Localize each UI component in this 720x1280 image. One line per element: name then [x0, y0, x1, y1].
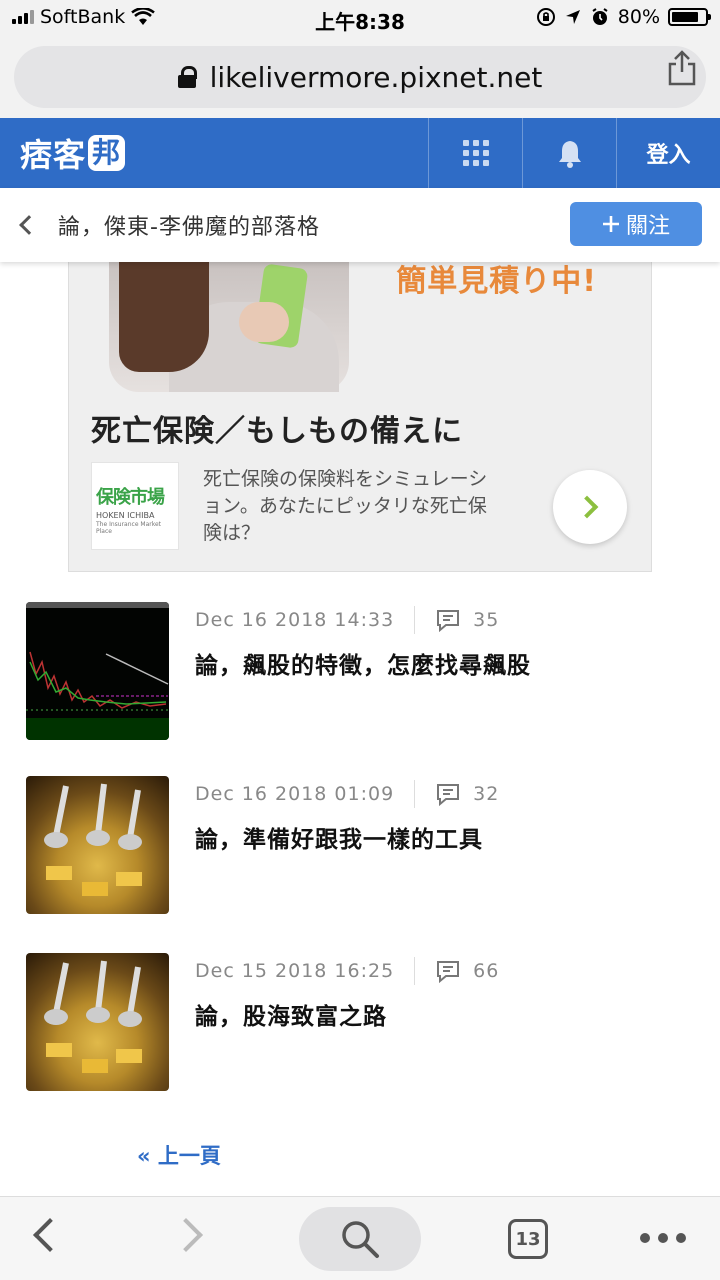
logo-bubble: 邦 [88, 135, 126, 171]
back-chevron-icon[interactable] [19, 215, 39, 235]
comment-count: 35 [473, 609, 500, 631]
ad-logo-sub: The Insurance Market Place [96, 521, 162, 535]
post-thumbnail[interactable] [26, 602, 169, 740]
orientation-lock-icon [536, 8, 555, 26]
post-item[interactable]: Dec 15 2018 16:25 66 論，股海致富之路 [26, 953, 706, 1095]
battery-fill [672, 12, 698, 22]
status-right: 80% [536, 6, 711, 28]
search-icon [342, 1221, 379, 1258]
location-icon [565, 10, 580, 24]
comment-icon [437, 610, 460, 632]
bell-icon [558, 141, 581, 168]
share-icon[interactable] [666, 50, 698, 86]
ad-banner[interactable]: 簡単見積り中! 死亡保険／もしもの備えに 保険市場 HOKEN ICHIBA T… [68, 262, 652, 572]
post-title[interactable]: 論，股海致富之路 [195, 997, 387, 1031]
post-date: Dec 16 2018 01:09 [195, 783, 395, 805]
post-date: Dec 15 2018 16:25 [195, 960, 395, 982]
comment-count: 32 [473, 783, 500, 805]
more-menu-icon[interactable] [640, 1233, 686, 1243]
logo-text: 痞客 [20, 136, 87, 174]
site-logo[interactable]: 痞客邦 [0, 118, 428, 188]
apps-grid-icon [462, 140, 489, 166]
back-icon[interactable] [33, 1218, 67, 1252]
post-thumbnail[interactable] [26, 776, 169, 914]
post-date: Dec 16 2018 14:33 [195, 609, 395, 631]
comment-icon [437, 961, 460, 983]
ad-logo: 保険市場 HOKEN ICHIBA The Insurance Market P… [91, 462, 179, 550]
browser-toolbar: 13 [0, 1196, 720, 1280]
status-bar: SoftBank 上午8:38 80% [0, 0, 720, 36]
blog-title[interactable]: 論，傑東-李佛魔的部落格 [58, 209, 320, 241]
battery-icon [668, 8, 711, 26]
search-button[interactable] [299, 1207, 421, 1271]
url-text: likelivermore.pixnet.net [209, 60, 543, 94]
lock-icon [177, 66, 197, 88]
site-header: 痞客邦 登入 [0, 118, 720, 188]
ad-next-button[interactable] [553, 470, 627, 544]
ad-logo-en: HOKEN ICHIBA [96, 511, 155, 520]
follow-button[interactable]: 關注 [570, 202, 702, 246]
url-bar[interactable]: likelivermore.pixnet.net [14, 46, 706, 108]
comment-icon [437, 784, 460, 806]
post-thumbnail[interactable] [26, 953, 169, 1091]
ad-logo-jp: 保険市場 [96, 487, 165, 508]
ad-photo [109, 262, 349, 392]
post-item[interactable]: Dec 16 2018 14:33 35 論，飆股的特徵，怎麼找尋飆股 [26, 602, 706, 744]
login-button[interactable]: 登入 [616, 118, 720, 188]
page: SoftBank 上午8:38 80% likelivermore.pixnet… [0, 0, 720, 1280]
post-meta: Dec 15 2018 16:25 66 [195, 957, 499, 985]
battery-percent: 80% [617, 6, 660, 28]
chevron-right-icon [575, 495, 599, 519]
ad-title: 死亡保険／もしもの備えに [91, 414, 463, 449]
gold-coins-image [44, 960, 142, 1073]
plus-icon [602, 216, 619, 232]
stock-chart-image [26, 602, 169, 740]
post-meta: Dec 16 2018 01:09 32 [195, 780, 499, 808]
tabs-button[interactable]: 13 [508, 1219, 548, 1259]
gold-coins-image [44, 783, 142, 896]
comment-count: 66 [473, 960, 500, 982]
prev-page-link[interactable]: « 上一頁 [137, 1140, 221, 1170]
post-title[interactable]: 論，飆股的特徵，怎麼找尋飆股 [195, 646, 531, 680]
post-meta: Dec 16 2018 14:33 35 [195, 606, 499, 634]
blog-bar: 論，傑東-李佛魔的部落格 關注 [0, 188, 720, 262]
ad-headline: 簡単見積り中! [396, 264, 597, 299]
follow-label: 關注 [625, 214, 670, 239]
apps-button[interactable] [428, 118, 522, 188]
browser-url-area: likelivermore.pixnet.net [0, 36, 720, 118]
notifications-button[interactable] [522, 118, 616, 188]
forward-icon[interactable] [169, 1218, 203, 1252]
post-item[interactable]: Dec 16 2018 01:09 32 論，準備好跟我一樣的工具 [26, 776, 706, 918]
ad-description: 死亡保険の保険料をシミュレーション。あなたにピッタリな死亡保険は？ [203, 468, 488, 544]
alarm-icon [592, 8, 608, 25]
post-title[interactable]: 論，準備好跟我一樣的工具 [195, 820, 483, 854]
